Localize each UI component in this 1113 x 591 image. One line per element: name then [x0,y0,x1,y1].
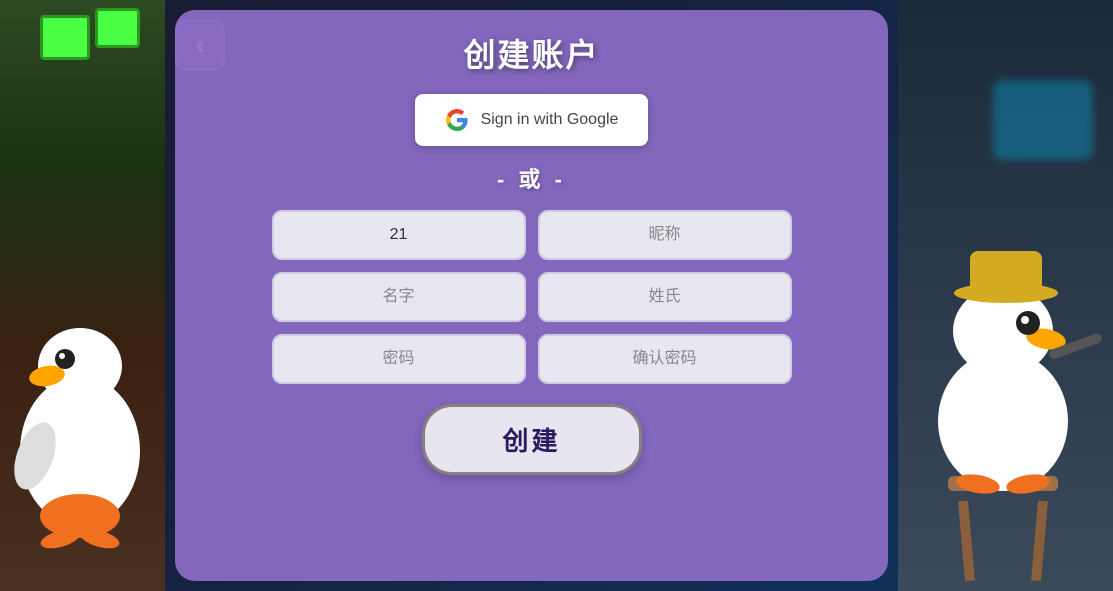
confirm-password-input[interactable] [538,334,792,384]
create-btn-label: 创建 [502,426,560,456]
google-signin-button[interactable]: Sign in with Google [415,94,649,146]
green-box-1 [40,15,90,60]
firstname-input[interactable] [272,272,526,322]
create-account-dialog: 创建账户 Sign in with Google - 或 - 创建 [175,10,888,581]
google-btn-label: Sign in with Google [481,111,619,129]
nickname-input[interactable] [538,210,792,260]
duck-right [898,221,1108,591]
form-grid [272,210,792,384]
duck-left [5,271,160,551]
username-input[interactable] [272,210,526,260]
bg-glow [993,80,1093,160]
green-box-2 [95,8,140,48]
google-icon [445,108,469,132]
lastname-input[interactable] [538,272,792,322]
or-divider: - 或 - [497,162,566,194]
create-button[interactable]: 创建 [422,404,642,475]
password-input[interactable] [272,334,526,384]
dialog-title: 创建账户 [463,30,599,76]
